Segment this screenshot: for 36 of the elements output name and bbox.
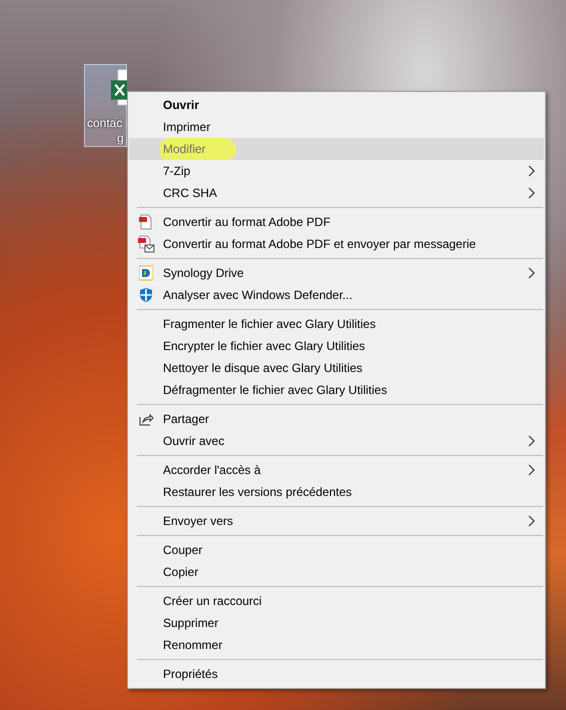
menu-item[interactable]: Défragmenter le fichier avec Glary Utilities	[129, 379, 544, 401]
menu-item[interactable]: Copier	[129, 561, 544, 583]
pdf-mail-icon	[137, 235, 155, 253]
menu-item[interactable]: Nettoyer le disque avec Glary Utilities	[129, 357, 544, 379]
menu-item[interactable]: Restaurer les versions précédentes	[129, 481, 544, 503]
file-name-label: contac	[87, 116, 122, 131]
file-name-label: g	[117, 131, 124, 146]
menu-item[interactable]: Encrypter le fichier avec Glary Utilities	[129, 335, 544, 357]
chevron-right-icon	[528, 464, 535, 476]
menu-item[interactable]: Créer un raccourci	[129, 590, 544, 612]
menu-item[interactable]: Imprimer	[129, 116, 544, 138]
menu-item[interactable]: Accorder l'accès à	[129, 459, 544, 481]
menu-item[interactable]: Envoyer vers	[129, 510, 544, 532]
menu-item[interactable]: Analyser avec Windows Defender...	[129, 284, 544, 306]
menu-item[interactable]: Couper	[129, 539, 544, 561]
pdf-document-icon	[138, 214, 154, 230]
menu-item[interactable]: Propriétés	[129, 663, 544, 685]
share-icon	[138, 411, 154, 427]
chevron-right-icon	[528, 435, 535, 447]
menu-item[interactable]: Fragmenter le fichier avec Glary Utilities	[129, 313, 544, 335]
menu-item[interactable]: Supprimer	[129, 612, 544, 634]
menu-item[interactable]: CRC SHA	[129, 182, 544, 204]
menu-item[interactable]: 7-Zip	[129, 160, 544, 182]
menu-item[interactable]: Ouvrir avec	[129, 430, 544, 452]
menu-item[interactable]: Renommer	[129, 634, 544, 656]
menu-item[interactable]: Convertir au format Adobe PDF	[129, 211, 544, 233]
chevron-right-icon	[528, 165, 535, 177]
chevron-right-icon	[528, 515, 535, 527]
menu-item[interactable]: Synology Drive	[129, 262, 544, 284]
synology-logo-icon	[139, 265, 153, 281]
menu-item[interactable]: Ouvrir	[129, 94, 544, 116]
chevron-right-icon	[528, 267, 535, 279]
menu-item[interactable]: Convertir au format Adobe PDF et envoyer par messagerie	[129, 233, 544, 255]
chevron-right-icon	[528, 187, 535, 199]
shield-icon	[138, 287, 154, 303]
menu-item[interactable]: Partager	[129, 408, 544, 430]
